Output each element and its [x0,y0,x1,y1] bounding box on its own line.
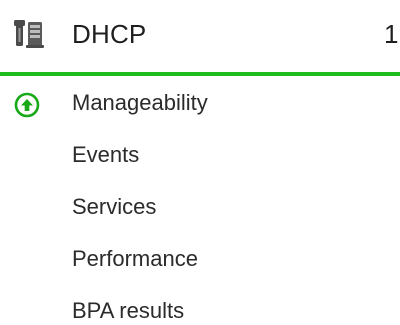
item-label: BPA results [72,298,185,323]
role-count: 1 [384,19,399,49]
status-bar [0,72,400,76]
item-bpa-results[interactable]: BPA results [0,288,400,325]
item-manageability[interactable]: Manageability [0,80,400,124]
status-up-icon [14,92,40,118]
item-events[interactable]: Events [0,132,400,176]
role-title[interactable]: DHCP [72,19,146,49]
item-label: Manageability [72,90,208,115]
item-label: Services [72,194,157,219]
item-services[interactable]: Services [0,184,400,228]
tile-header[interactable]: DHCP 1 [0,0,400,74]
item-performance[interactable]: Performance [0,236,400,280]
item-label: Events [72,142,140,167]
item-label: Performance [72,246,198,271]
server-role-icon [14,20,44,48]
dhcp-role-tile: DHCP 1 Manageability Events Services Per… [0,0,400,325]
